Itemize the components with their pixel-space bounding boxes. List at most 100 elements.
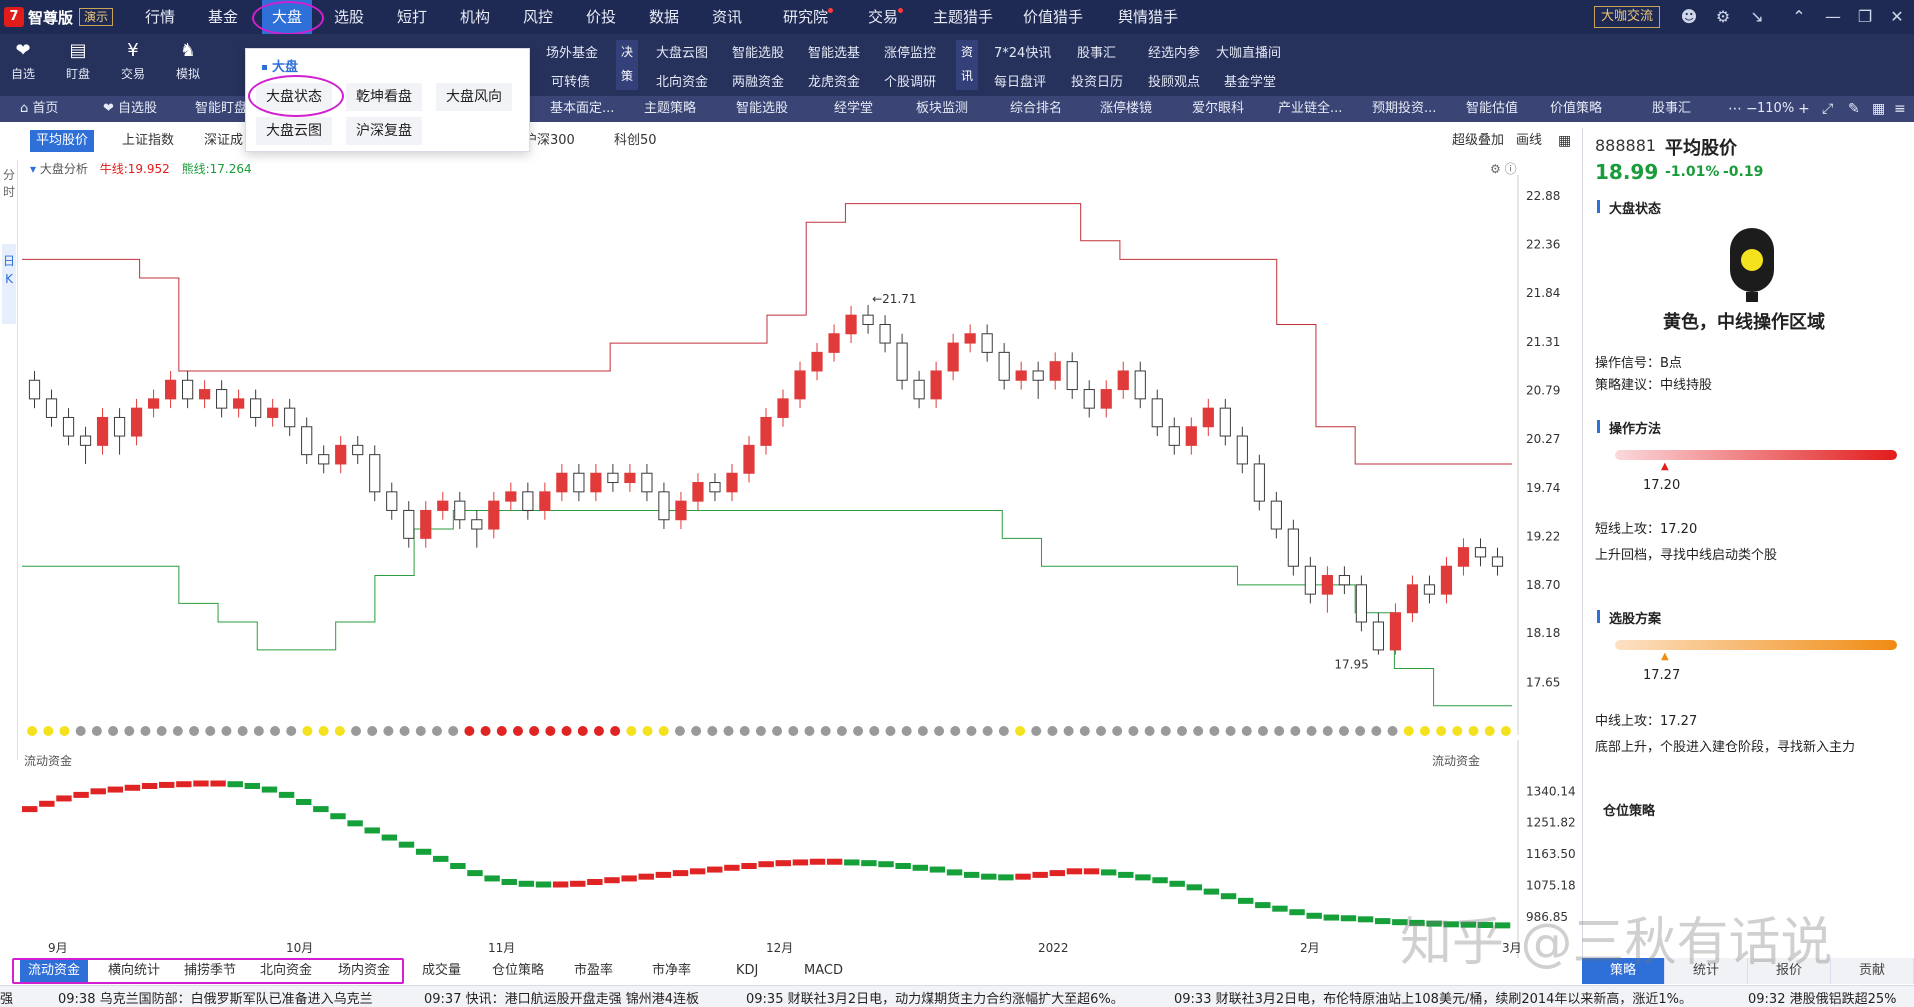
ticker-item[interactable]: 09:33 财联社3月2日电，布伦特原油站上108美元/桶，续刷2014年以来新… (1174, 988, 1692, 1007)
menu-zhuti[interactable]: 主题猎手 (933, 0, 993, 34)
indicator-tab-kdj[interactable]: KDJ (728, 960, 766, 982)
tool-dingpan[interactable]: ▤ 盯盘 (55, 40, 101, 82)
menu-fengkong[interactable]: 风控 (523, 0, 553, 34)
index-tab-pingjun[interactable]: 平均股价 (30, 130, 95, 152)
link-zhangtingjiankong[interactable]: 涨停监控 (884, 42, 936, 61)
link-jijinxuetang[interactable]: 基金学堂 (1224, 71, 1276, 90)
candlestick-chart[interactable]: 22.88 22.36 21.84 21.31 20.79 20.27 19.74 19.22… (18, 175, 1580, 737)
indicator-tab-liudong[interactable]: 流动资金 (20, 960, 89, 982)
period-fenshi[interactable]: 分时 (2, 166, 16, 206)
shrink-icon[interactable]: ↘ (1744, 4, 1770, 30)
menu-jiatou[interactable]: 价投 (586, 0, 616, 34)
link-geguyanjiu[interactable]: 个股调研 (884, 71, 936, 90)
collapse-icon[interactable]: ⌃ (1786, 4, 1812, 30)
period-rik[interactable]: 日K (2, 244, 16, 324)
settings-icon[interactable]: ⚙ (1710, 4, 1736, 30)
link-meiripanping[interactable]: 每日盘评 (994, 71, 1046, 90)
tab-gushihui[interactable]: 股事汇 (1652, 96, 1691, 122)
menu-yuqing[interactable]: 舆情猎手 (1118, 0, 1178, 34)
link-dapanyuntu[interactable]: 大盘云图 (656, 42, 708, 61)
menu-hangqing[interactable]: 行情 (145, 0, 175, 34)
dropdown-item-fupan[interactable]: 沪深复盘 (346, 117, 422, 145)
menu-duanda[interactable]: 短打 (397, 0, 427, 34)
tab-aieryanke[interactable]: 爱尔眼科 (1192, 96, 1244, 122)
indicator-tab-macd[interactable]: MACD (796, 960, 851, 982)
strategy-tab-gongxian[interactable]: 贡献 (1831, 958, 1914, 984)
maximize-icon[interactable]: ❐ (1852, 4, 1878, 30)
link-liangrongzijin[interactable]: 两融资金 (732, 71, 784, 90)
tab-zhangtinglou[interactable]: 涨停楼镜 (1100, 96, 1152, 122)
menu-icon[interactable]: ≡ (1894, 96, 1906, 122)
indicator-tab-changnei[interactable]: 场内资金 (330, 960, 398, 982)
ticker-item[interactable]: 09:37 快讯：港口航运股开盘走强 锦州港4连板 (424, 988, 699, 1007)
dropdown-item-fengxiang[interactable]: 大盘风向 (436, 83, 512, 111)
menu-shuju[interactable]: 数据 (649, 0, 679, 34)
menu-yanjiuyuan[interactable]: 研究院 (783, 0, 834, 34)
tab-chanyelian[interactable]: 产业链全... (1278, 96, 1342, 122)
tab-bankuaijiance[interactable]: 板块监测 (916, 96, 968, 122)
link-beixiangzijin[interactable]: 北向资金 (656, 71, 708, 90)
tab-zhutic[interactable]: 主题策略 (644, 96, 696, 122)
edit-icon[interactable]: ✎ (1848, 96, 1860, 122)
menu-jijin[interactable]: 基金 (208, 0, 238, 34)
menu-zixun[interactable]: 资讯 (712, 0, 742, 34)
tab-jibenmian[interactable]: 基本面定... (550, 96, 614, 122)
indicator-tab-bulao[interactable]: 捕捞季节 (176, 960, 244, 982)
indicator-tab-shijing[interactable]: 市净率 (644, 960, 699, 982)
link-zhinengxuanji[interactable]: 智能选基 (808, 42, 860, 61)
tab-zixuangu[interactable]: ❤ 自选股 (103, 96, 157, 122)
overlay-button[interactable]: 超级叠加 (1452, 130, 1504, 152)
fit-icon[interactable]: ⤢ (1822, 96, 1833, 122)
indicator-tab-cangwei[interactable]: 仓位策略 (484, 960, 552, 982)
index-tab-shangzheng[interactable]: 上证指数 (116, 130, 180, 152)
link-zhinengxuangu[interactable]: 智能选股 (732, 42, 784, 61)
link-touguguandian[interactable]: 投顾观点 (1148, 71, 1200, 90)
menu-xuangu[interactable]: 选股 (334, 0, 364, 34)
ticker-item[interactable]: 09:38 乌克兰国防部：白俄罗斯军队已准备进入乌克兰 (58, 988, 373, 1007)
indicator-tab-beixiang[interactable]: 北向资金 (252, 960, 320, 982)
more-icon[interactable]: ⋯ (1728, 96, 1742, 122)
flow-chart[interactable]: 1340.141251.821163.501075.18986.859月 10月 1… (18, 740, 1580, 958)
tab-zhinengxuangu[interactable]: 智能选股 (736, 96, 788, 122)
link-touzirili[interactable]: 投资日历 (1071, 71, 1123, 90)
minimize-icon[interactable]: — (1820, 4, 1846, 30)
dropdown-item-qiankun[interactable]: 乾坤看盘 (346, 83, 422, 111)
ticker-item[interactable]: 09:32 港股俄铝跌超25% (1748, 988, 1897, 1007)
tool-zixuan[interactable]: ❤ 自选 (0, 40, 46, 82)
menu-jiaoyi[interactable]: 交易 (868, 0, 904, 34)
grid-icon[interactable]: ▦ (1558, 130, 1571, 152)
close-icon[interactable]: ✕ (1884, 4, 1910, 30)
link-gushihui[interactable]: 股事汇 (1077, 42, 1116, 61)
tab-home[interactable]: ⌂ 首页 (20, 96, 58, 122)
index-tab-kechuang50[interactable]: 科创50 (608, 130, 663, 152)
tab-jingxuetang[interactable]: 经学堂 (834, 96, 873, 122)
tab-zhinengdingpan[interactable]: 智能盯盘 (195, 96, 247, 122)
news-ticker[interactable]: 强 09:38 乌克兰国防部：白俄罗斯军队已准备进入乌克兰 09:37 快讯：港… (0, 985, 1914, 1007)
ticker-item[interactable]: 强 (0, 988, 13, 1007)
tab-zhinenggujia[interactable]: 智能估值 (1466, 96, 1518, 122)
tool-moni[interactable]: ♞ 模拟 (165, 40, 211, 82)
indicator-tab-shiying[interactable]: 市盈率 (566, 960, 621, 982)
exchange-button[interactable]: 大咖交流 (1594, 6, 1661, 28)
indicator-tab-hengxiang[interactable]: 横向统计 (100, 960, 168, 982)
link-jingxuanneican[interactable]: 经选内参 (1148, 42, 1200, 61)
link-kuaixun[interactable]: 7*24快讯 (994, 42, 1051, 61)
tab-zonghepaiming[interactable]: 综合排名 (1010, 96, 1062, 122)
tool-jiaoyi[interactable]: ¥ 交易 (110, 40, 156, 82)
layout-icon[interactable]: ▦ (1872, 96, 1885, 122)
draw-button[interactable]: 画线 (1516, 130, 1542, 152)
index-tab-shenzheng[interactable]: 深证成 (198, 130, 249, 152)
link-changwaijijin[interactable]: 场外基金 (546, 42, 598, 61)
link-dakazhibojian[interactable]: 大咖直播间 (1216, 42, 1281, 61)
menu-jigou[interactable]: 机构 (460, 0, 490, 34)
indicator-tab-chengjiao[interactable]: 成交量 (414, 960, 469, 982)
dropdown-item-yuntu[interactable]: 大盘云图 (256, 117, 332, 145)
link-longhuzijin[interactable]: 龙虎资金 (808, 71, 860, 90)
ticker-item[interactable]: 09:35 财联社3月2日电，动力煤期货主力合约涨幅扩大至超6%。 (746, 988, 1124, 1007)
zoom-out-icon[interactable]: − (1746, 96, 1758, 122)
menu-jiazhi[interactable]: 价值猎手 (1023, 0, 1083, 34)
zoom-in-icon[interactable]: + (1798, 96, 1810, 122)
link-kezhuanzhai[interactable]: 可转债 (551, 71, 590, 90)
tab-jiazhicelue[interactable]: 价值策略 (1550, 96, 1602, 122)
collapse-icon[interactable]: ▾ (30, 162, 36, 176)
